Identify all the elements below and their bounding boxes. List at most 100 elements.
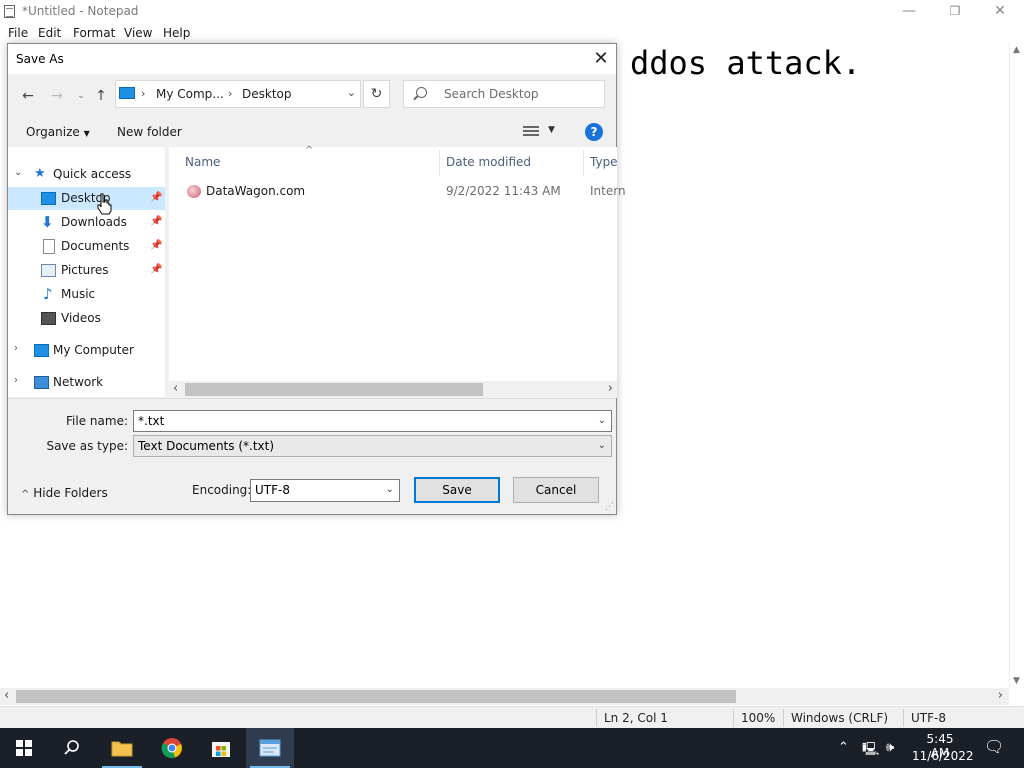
resize-grip-icon[interactable]: ⋰ xyxy=(605,502,614,512)
vertical-scrollbar[interactable]: ▲ ▼ xyxy=(1009,43,1024,688)
column-header-date-modified[interactable]: Date modified xyxy=(446,155,531,169)
menu-help[interactable]: Help xyxy=(163,26,190,40)
chevron-right-icon[interactable]: › xyxy=(14,375,18,386)
chevron-right-icon[interactable]: › xyxy=(14,343,18,354)
encoding-select[interactable]: UTF-8 ⌄ xyxy=(250,479,400,502)
file-name-label: File name: xyxy=(66,414,128,428)
forward-arrow-icon[interactable]: → xyxy=(48,87,66,105)
hide-folders-button[interactable]: ^ Hide Folders xyxy=(21,486,108,500)
windows-logo-icon xyxy=(16,740,32,756)
up-arrow-icon[interactable]: ↑ xyxy=(92,87,110,105)
file-list-scrollbar[interactable]: ‹ › xyxy=(169,381,617,398)
nav-item-my-computer[interactable]: › My Computer xyxy=(8,339,165,362)
recent-locations-icon[interactable]: ⌄ xyxy=(72,87,90,105)
chevron-right-icon[interactable]: › xyxy=(228,87,232,100)
nav-item-label: Downloads xyxy=(61,215,127,229)
chevron-down-icon[interactable]: ⌄ xyxy=(598,440,606,451)
save-button[interactable]: Save xyxy=(414,477,500,503)
file-name-cell[interactable]: DataWagon.com xyxy=(206,184,305,198)
search-box[interactable]: Search Desktop xyxy=(403,80,605,108)
cancel-button[interactable]: Cancel xyxy=(513,477,599,503)
chevron-down-icon[interactable]: ⌄ xyxy=(598,415,606,426)
network-icon xyxy=(34,376,49,389)
download-icon: ⬇ xyxy=(41,213,54,231)
dialog-close-button[interactable]: ✕ xyxy=(586,44,616,74)
chevron-up-icon: ^ xyxy=(21,489,30,500)
pin-icon: 📌 xyxy=(150,192,163,203)
hide-folders-label: Hide Folders xyxy=(33,486,108,500)
horizontal-scrollbar[interactable]: ‹ › xyxy=(0,688,1009,705)
scroll-right-icon[interactable]: › xyxy=(998,688,1003,703)
scroll-down-icon[interactable]: ▼ xyxy=(1013,676,1020,686)
scroll-right-icon[interactable]: › xyxy=(608,381,613,396)
address-bar[interactable]: › My Comp... › Desktop ⌄ xyxy=(115,80,361,108)
nav-item-videos[interactable]: Videos xyxy=(8,307,165,330)
view-dropdown-icon[interactable]: ▼ xyxy=(548,125,555,135)
save-as-type-select[interactable]: Text Documents (*.txt) ⌄ xyxy=(133,435,612,457)
notifications-icon[interactable]: 🗨 xyxy=(984,737,1004,756)
search-button[interactable] xyxy=(48,728,96,768)
scroll-up-icon[interactable]: ▲ xyxy=(1013,45,1020,55)
organize-button[interactable]: Organize ▼ xyxy=(26,125,90,139)
minimize-button[interactable]: — xyxy=(886,0,932,24)
scroll-left-icon[interactable]: ‹ xyxy=(4,688,9,703)
chevron-down-icon[interactable]: ⌄ xyxy=(347,86,356,99)
cursor-position: Ln 2, Col 1 xyxy=(604,711,668,725)
new-folder-button[interactable]: New folder xyxy=(117,125,182,139)
menu-file[interactable]: File xyxy=(8,26,28,40)
breadcrumb-desktop[interactable]: Desktop xyxy=(242,87,292,101)
notepad-titlebar: *Untitled - Notepad — ❐ ✕ xyxy=(0,0,1024,24)
nav-item-documents[interactable]: Documents 📌 xyxy=(8,235,165,258)
nav-item-label: Videos xyxy=(61,311,101,325)
nav-item-label: My Computer xyxy=(53,343,134,357)
taskbar-store[interactable] xyxy=(197,728,245,768)
menu-view[interactable]: View xyxy=(124,26,152,40)
desktop-location-icon xyxy=(119,87,135,99)
scroll-left-icon[interactable]: ‹ xyxy=(173,381,178,396)
start-button[interactable] xyxy=(0,728,48,768)
documents-icon xyxy=(43,239,55,254)
nav-item-quick-access[interactable]: ⌄ ★ Quick access xyxy=(8,163,165,186)
refresh-button[interactable]: ↻ xyxy=(363,80,390,108)
help-icon[interactable]: ? xyxy=(585,123,603,141)
save-as-type-value: Text Documents (*.txt) xyxy=(138,439,275,453)
encoding-label: Encoding: xyxy=(192,483,252,497)
column-header-type[interactable]: Type xyxy=(590,155,618,169)
taskbar-file-explorer[interactable] xyxy=(98,728,146,768)
view-options-icon[interactable] xyxy=(523,126,539,137)
taskbar-notepad[interactable] xyxy=(246,728,294,768)
chevron-right-icon[interactable]: › xyxy=(141,87,145,100)
taskbar-chrome[interactable] xyxy=(148,728,196,768)
file-list-pane: ^ Name Date modified Type DataWagon.com … xyxy=(169,145,626,397)
column-header-name[interactable]: Name xyxy=(185,155,220,169)
scrollbar-thumb[interactable] xyxy=(185,383,483,396)
nav-item-downloads[interactable]: ⬇ Downloads 📌 xyxy=(8,211,165,234)
nav-item-network[interactable]: › Network xyxy=(8,371,165,394)
nav-item-music[interactable]: ♪ Music xyxy=(8,283,165,306)
menu-edit[interactable]: Edit xyxy=(38,26,61,40)
menu-bar: File Edit Format View Help xyxy=(0,24,1024,43)
volume-icon[interactable]: 🕪 xyxy=(886,740,894,755)
restore-button[interactable]: ❐ xyxy=(932,0,978,24)
music-icon: ♪ xyxy=(43,285,53,303)
status-encoding: UTF-8 xyxy=(911,711,946,725)
save-as-type-label: Save as type: xyxy=(46,439,128,453)
breadcrumb-my-computer[interactable]: My Comp... xyxy=(156,87,224,101)
nav-item-pictures[interactable]: Pictures 📌 xyxy=(8,259,165,282)
nav-item-desktop[interactable]: Desktop 📌 xyxy=(8,187,165,210)
scrollbar-thumb[interactable] xyxy=(16,690,736,703)
dialog-titlebar: Save As ✕ xyxy=(8,44,616,74)
menu-format[interactable]: Format xyxy=(73,26,115,40)
chrome-icon xyxy=(161,738,182,759)
chevron-down-icon[interactable]: ⌄ xyxy=(14,167,22,178)
nav-item-label: Network xyxy=(53,375,104,389)
close-button[interactable]: ✕ xyxy=(977,0,1023,24)
back-arrow-icon[interactable]: ← xyxy=(19,87,37,105)
network-status-icon[interactable]: 🖳 xyxy=(862,740,879,762)
clock-date[interactable]: 11/6/2022 xyxy=(912,749,974,763)
chevron-down-icon[interactable]: ⌄ xyxy=(386,484,394,495)
divider xyxy=(8,398,616,399)
show-hidden-icons-icon[interactable]: ⌃ xyxy=(838,740,849,755)
file-name-input[interactable]: *.txt ⌄ xyxy=(133,410,612,432)
computer-icon xyxy=(34,344,49,357)
